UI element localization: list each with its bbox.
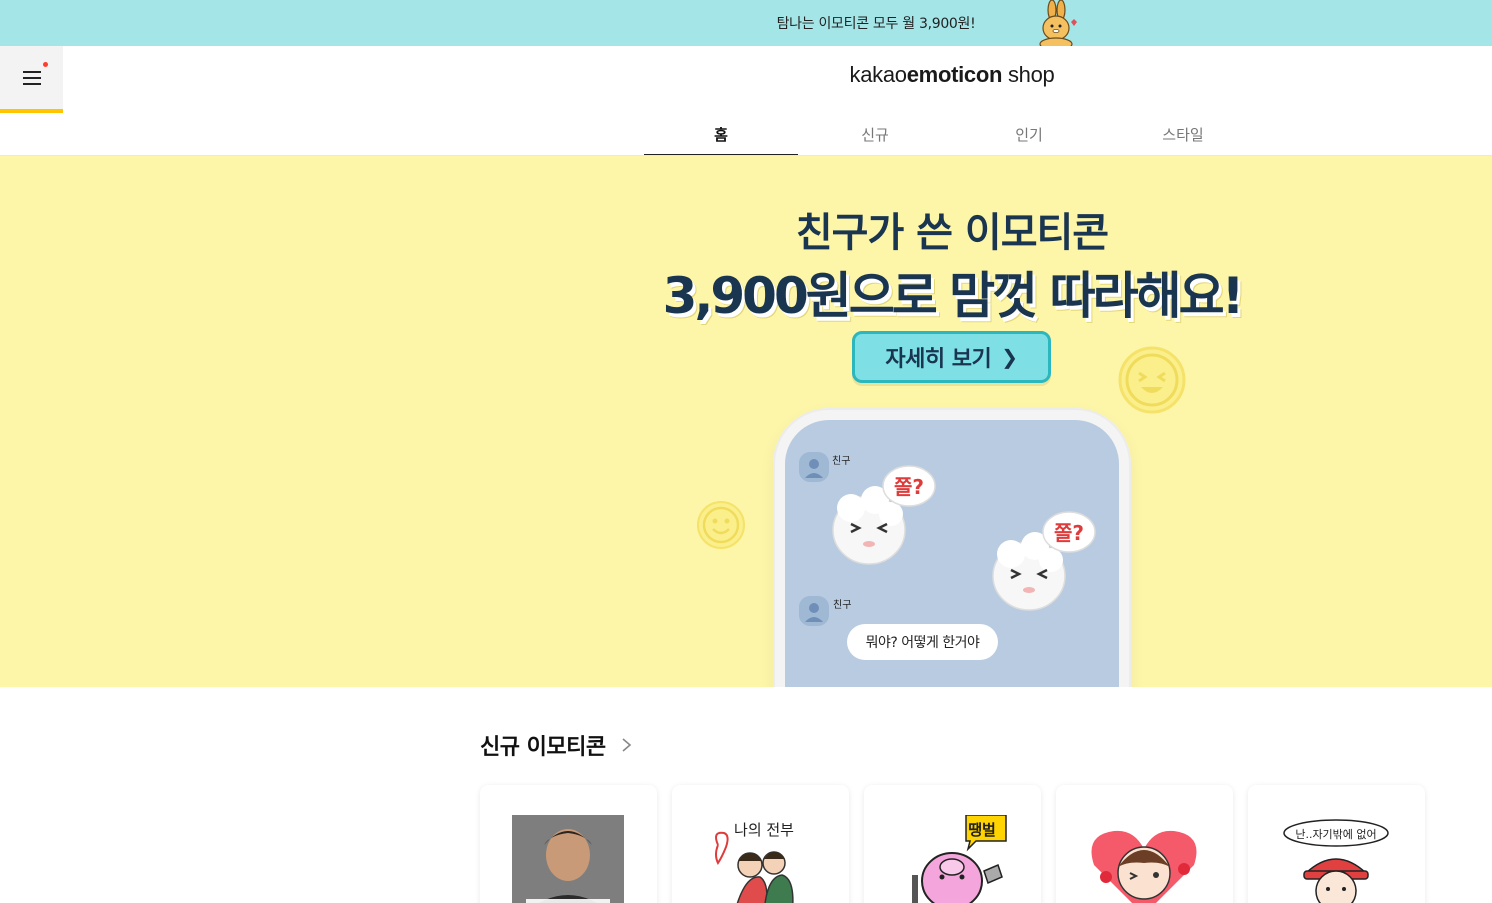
emoticon-card[interactable]: 나의 전부: [672, 785, 849, 903]
emoticon-card[interactable]: 난..자기밖에 없어: [1248, 785, 1425, 903]
tab-home[interactable]: 홈: [644, 112, 798, 156]
chat-message: 뭐야? 어떻게 한거야: [847, 624, 998, 660]
phone-mockup: 친구 쫄? 쫄? 친구 뭐야? 어떻게 한거야: [773, 408, 1131, 687]
person-icon: [805, 459, 823, 478]
thumb-text: 나의 전부: [734, 821, 794, 839]
emoticon-card[interactable]: [480, 785, 657, 903]
promo-banner[interactable]: 탐나는 이모티콘 모두 월 3,900원!: [0, 0, 1492, 46]
hero-subheadline: 3,900원으로 맘껏 따라해요!: [662, 267, 1245, 325]
hero-banner[interactable]: 친구가 쓴 이모티콘 3,900원으로 맘껏 따라해요! 자세히 보기 ❯ 친구: [0, 156, 1492, 687]
details-button[interactable]: 자세히 보기 ❯: [852, 331, 1051, 383]
emoticon-card[interactable]: 땡벌: [864, 785, 1041, 903]
friend-avatar: [799, 452, 829, 482]
emoticon-card[interactable]: [1056, 785, 1233, 903]
girl-heart-thumbnail-icon: [1091, 830, 1197, 903]
site-logo[interactable]: kakaoemoticon shop: [0, 62, 1492, 88]
tab-style[interactable]: 스타일: [1106, 112, 1260, 156]
sticker-text-2: 쫄?: [1054, 521, 1084, 545]
main-tabs: 홈 신규 인기 스타일: [644, 112, 1260, 156]
hero-headline: 친구가 쓴 이모티콘: [795, 210, 1109, 256]
friend-name: 친구: [833, 600, 852, 611]
fluffy-sheep-sticker-icon: 쫄?: [832, 465, 936, 565]
man-photo-thumbnail-icon: [512, 815, 624, 903]
new-emoticons-link[interactable]: 신규 이모티콘: [480, 729, 634, 761]
chevron-right-icon: [622, 738, 631, 752]
promo-text: 탐나는 이모티콘 모두 월 3,900원!: [776, 16, 976, 32]
laughing-face-icon: [1118, 346, 1186, 414]
logo-kakao: kakao: [849, 62, 908, 87]
chevron-right-icon: ❯: [1001, 345, 1018, 369]
friend-avatar: [799, 596, 829, 626]
tab-popular[interactable]: 인기: [952, 112, 1106, 156]
logo-emoticon: emoticon: [906, 62, 1003, 87]
details-button-label: 자세히 보기: [885, 347, 992, 372]
section-title: 신규 이모티콘: [480, 735, 606, 760]
couple-thumbnail-icon: 나의 전부: [715, 821, 794, 903]
person-icon: [805, 603, 823, 622]
thumb-text: 땡벌: [968, 821, 996, 839]
fluffy-sheep-sticker-icon: 쫄?: [992, 511, 1096, 611]
pink-bug-thumbnail-icon: 땡벌: [912, 815, 1007, 903]
thumb-text: 난..자기밖에 없어: [1295, 828, 1376, 841]
girl-red-hat-thumbnail-icon: 난..자기밖에 없어: [1283, 819, 1389, 903]
tab-new[interactable]: 신규: [798, 112, 952, 156]
sticker-text-1: 쫄?: [894, 475, 924, 499]
logo-shop: shop: [1002, 62, 1055, 87]
chat-screen: 친구 쫄? 쫄? 친구 뭐야? 어떻게 한거야: [785, 420, 1119, 687]
smiley-face-icon: [697, 501, 745, 549]
rabbit-character-icon: [1039, 0, 1077, 46]
